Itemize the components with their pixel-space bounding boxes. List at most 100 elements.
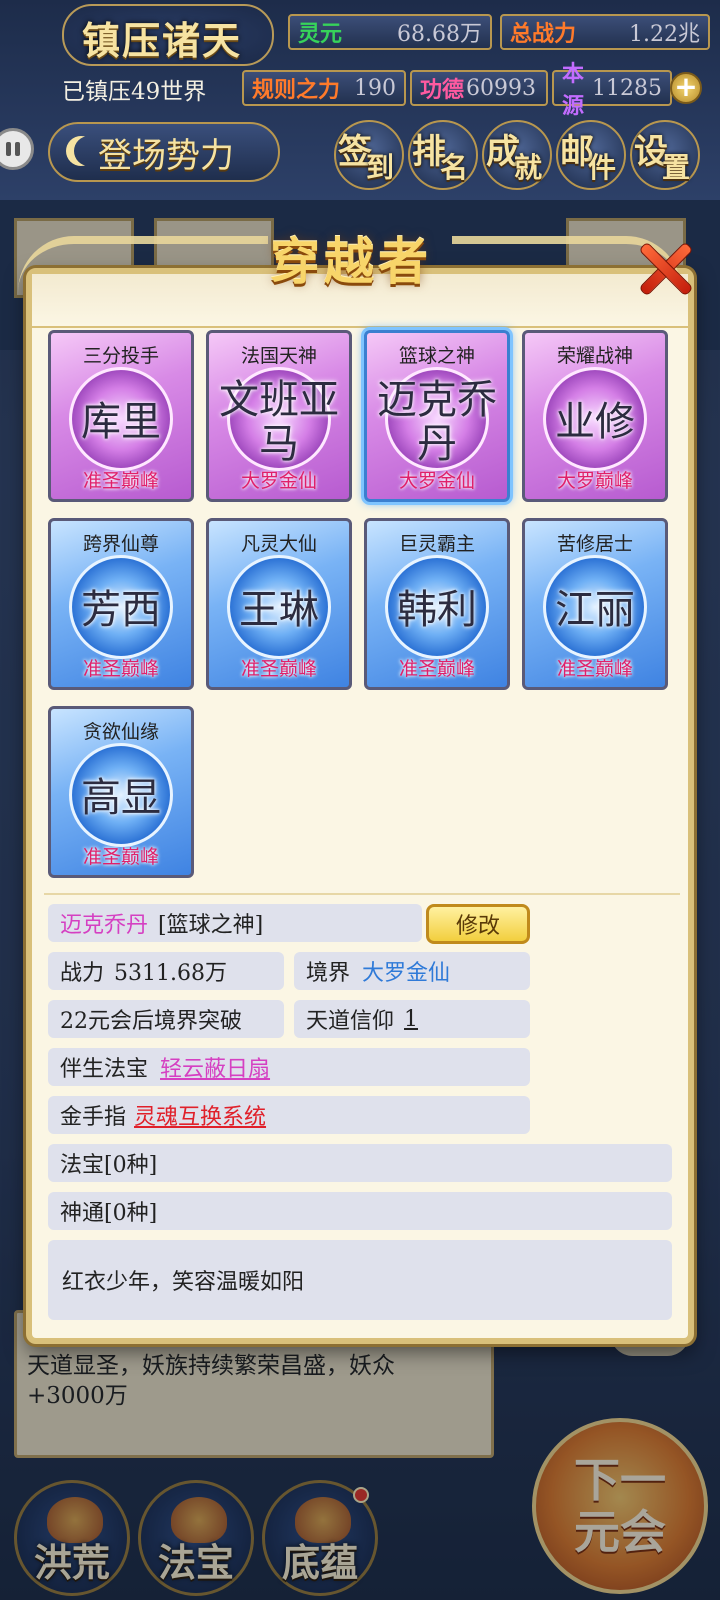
description-text: 红衣少年，笑容温暖如阳	[62, 1270, 305, 1295]
achievements-label-2: 就	[514, 151, 543, 184]
artifacts-text: 法宝[0种]	[60, 1153, 158, 1178]
artifacts-row[interactable]: 法宝[0种]	[48, 1144, 672, 1182]
faith-label: 天道信仰	[306, 1009, 395, 1034]
achievements-button[interactable]: 成 就	[482, 120, 552, 190]
merit-label: 功德	[420, 77, 465, 103]
total-power-value: 1.22兆	[629, 22, 700, 47]
breakthrough-text: 22元会后境界突破	[60, 1009, 242, 1034]
traveler-card[interactable]: 法国天神 文班亚马 大罗金仙	[206, 330, 352, 502]
realm-value: 大罗金仙	[362, 961, 451, 986]
top-hud: 镇压诸天 灵元 68.68万 总战力 1.22兆 已镇压49世界 规则之力 19…	[0, 0, 720, 200]
faction-button[interactable]: 登场势力	[48, 122, 280, 182]
lingyuan-label: 灵元	[298, 21, 343, 47]
card-title: 贪欲仙缘	[82, 721, 159, 743]
merit-stat: 功德 60993	[410, 70, 548, 106]
power-label: 战力	[60, 961, 105, 986]
treasure-link[interactable]: 轻云蔽日扇	[160, 1051, 270, 1083]
traveler-card[interactable]: 贪欲仙缘 高显 准圣巅峰	[48, 706, 194, 878]
treasure-label: 伴生法宝	[60, 1057, 149, 1082]
ranking-label-2: 名	[440, 151, 469, 184]
card-title: 凡灵大仙	[240, 533, 317, 555]
card-title: 苦修居士	[556, 533, 633, 555]
crescent-moon-icon	[66, 136, 96, 166]
ranking-button[interactable]: 排 名	[408, 120, 478, 190]
dialog-title: 穿越者	[270, 232, 432, 291]
breakthrough-row: 22元会后境界突破	[48, 1000, 284, 1038]
card-title: 三分投手	[82, 345, 159, 367]
sign-in-button[interactable]: 签 到	[334, 120, 404, 190]
realm-row: 境界 大罗金仙	[294, 952, 530, 990]
add-resource-button[interactable]: +	[670, 72, 702, 104]
faction-button-label: 登场势力	[98, 135, 234, 176]
edit-button[interactable]: 修改	[426, 904, 530, 944]
rules-value: 190	[354, 75, 396, 101]
mail-label-2: 件	[588, 151, 617, 184]
card-name: 王琳	[239, 587, 319, 633]
card-title: 法国天神	[240, 345, 317, 367]
mail-button[interactable]: 邮 件	[556, 120, 626, 190]
card-rank: 准圣巅峰	[556, 658, 633, 680]
suppressed-worlds: 已镇压49世界	[62, 79, 207, 105]
realm-label: 境界	[306, 961, 351, 986]
merit-value: 60993	[466, 75, 537, 101]
faith-row: 天道信仰 1	[294, 1000, 530, 1038]
card-rank: 准圣巅峰	[240, 658, 317, 680]
game-title: 镇压诸天	[82, 18, 243, 63]
card-name: 江丽	[555, 587, 635, 633]
card-rank: 大罗金仙	[240, 470, 317, 492]
card-name: 芳西	[81, 587, 161, 633]
card-rank: 准圣巅峰	[398, 658, 475, 680]
rules-stat: 规则之力 190	[242, 70, 406, 106]
lingyuan-value: 68.68万	[397, 22, 482, 47]
card-name: 迈克乔丹	[377, 377, 497, 467]
traveler-card[interactable]: 跨界仙尊 芳西 准圣巅峰	[48, 518, 194, 690]
origin-label: 本源	[562, 61, 585, 119]
card-title: 篮球之神	[398, 345, 475, 367]
power-row: 战力 5311.68万	[48, 952, 284, 990]
abilities-row[interactable]: 神通[0种]	[48, 1192, 672, 1230]
card-rank: 大罗金仙	[398, 470, 475, 492]
traveler-name-row: 迈克乔丹 [篮球之神]	[48, 904, 422, 942]
rules-label: 规则之力	[252, 77, 341, 103]
card-rank: 准圣巅峰	[82, 846, 159, 868]
card-name: 高显	[81, 775, 161, 821]
golden-finger-link[interactable]: 灵魂互换系统	[134, 1099, 266, 1131]
faith-value: 1	[404, 1006, 419, 1032]
lingyuan-stat: 灵元 68.68万	[288, 14, 492, 50]
description-box: 红衣少年，笑容温暖如阳	[48, 1240, 672, 1320]
card-name: 韩利	[397, 587, 477, 633]
card-name: 业修	[555, 399, 635, 445]
golden-finger-row: 金手指 灵魂互换系统	[48, 1096, 530, 1134]
total-power-stat: 总战力 1.22兆	[500, 14, 710, 50]
traveler-card[interactable]: 凡灵大仙 王琳 准圣巅峰	[206, 518, 352, 690]
traveler-card-selected[interactable]: 篮球之神 迈克乔丹 大罗金仙	[364, 330, 510, 502]
companion-treasure-row: 伴生法宝 轻云蔽日扇	[48, 1048, 530, 1086]
pause-bar-icon	[15, 142, 20, 156]
traveler-card[interactable]: 巨灵霸主 韩利 准圣巅峰	[364, 518, 510, 690]
card-rank: 准圣巅峰	[82, 658, 159, 680]
card-rank: 大罗巅峰	[556, 470, 633, 492]
traveler-card[interactable]: 三分投手 库里 准圣巅峰	[48, 330, 194, 502]
close-icon[interactable]	[632, 236, 696, 300]
traveler-tag: [篮球之神]	[158, 913, 264, 938]
header-ornament	[18, 236, 268, 292]
settings-label-2: 置	[662, 151, 691, 184]
section-divider	[44, 893, 680, 895]
traveler-card[interactable]: 荣耀战神 业修 大罗巅峰	[522, 330, 668, 502]
card-name: 文班亚马	[219, 377, 339, 467]
origin-stat: 本源 11285	[552, 61, 672, 119]
settings-button[interactable]: 设 置	[630, 120, 700, 190]
pause-bar-icon	[6, 142, 11, 156]
card-title: 荣耀战神	[556, 345, 633, 367]
card-rank: 准圣巅峰	[82, 470, 159, 492]
card-title: 巨灵霸主	[398, 533, 475, 555]
sign-in-label-2: 到	[366, 151, 395, 184]
traveler-card[interactable]: 苦修居士 江丽 准圣巅峰	[522, 518, 668, 690]
card-name: 库里	[81, 399, 161, 445]
traveler-name: 迈克乔丹	[60, 913, 149, 938]
origin-value: 11285	[592, 75, 662, 101]
abilities-text: 神通[0种]	[60, 1201, 158, 1226]
side-toggle-button[interactable]	[0, 128, 34, 170]
golden-finger-label: 金手指	[60, 1105, 127, 1130]
total-power-label: 总战力	[510, 21, 577, 47]
